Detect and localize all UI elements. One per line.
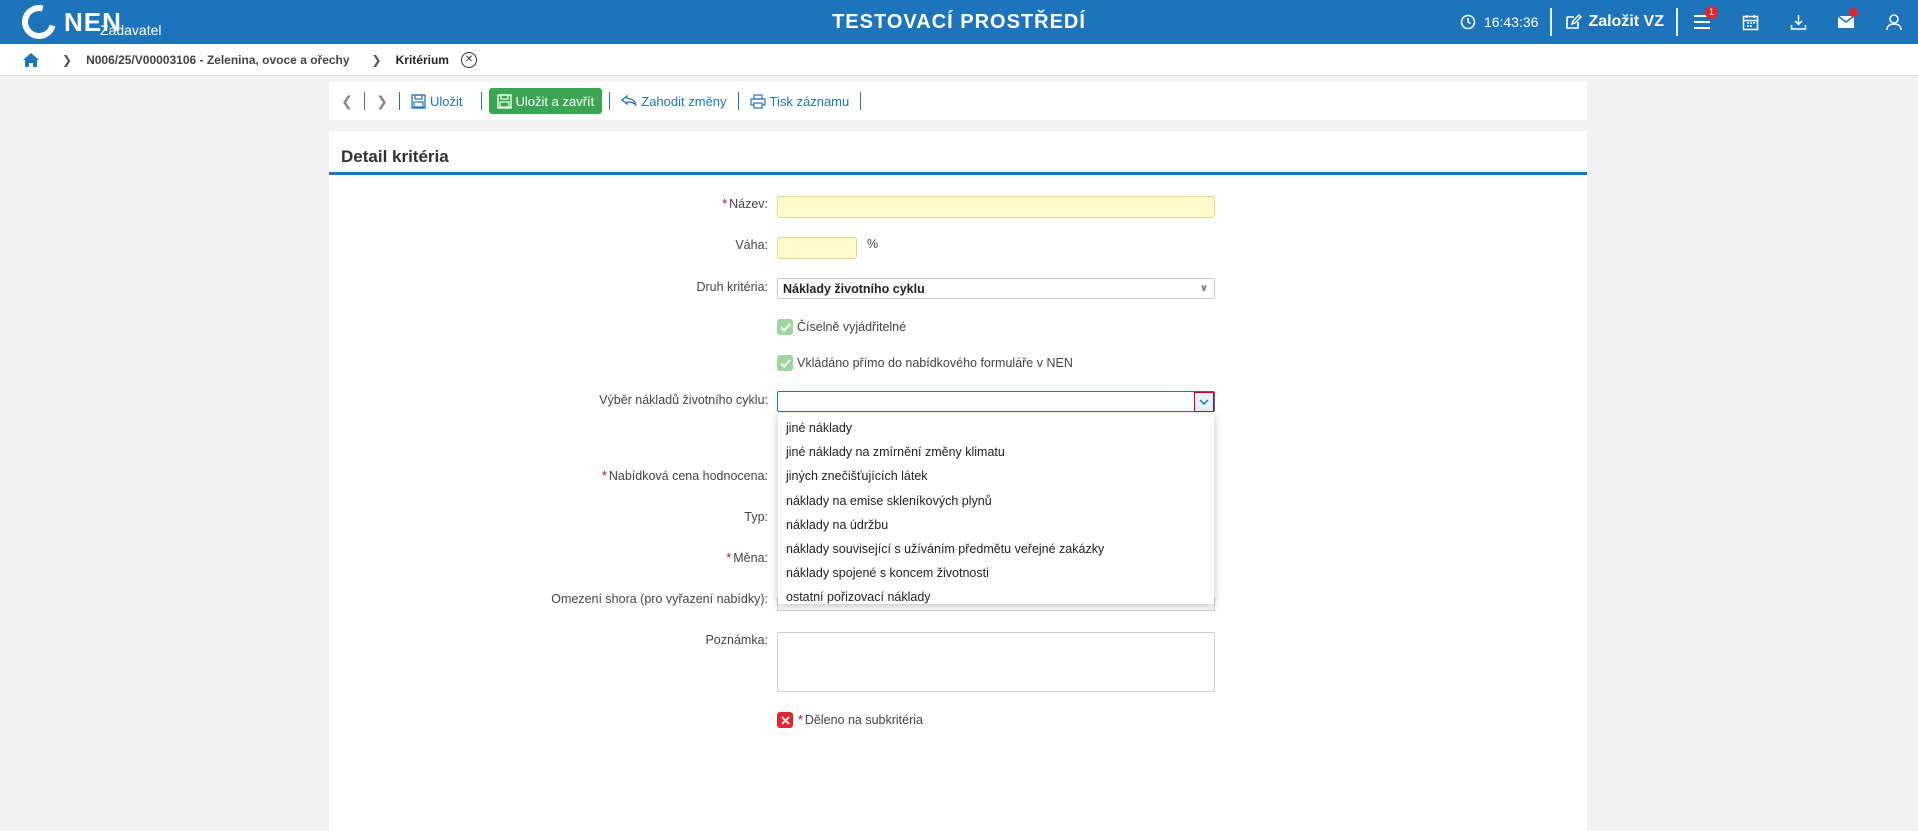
top-right-tools: 16:43:36 Založit VZ 1 [1448,0,1918,44]
printer-icon [749,93,766,109]
time-text: 16:43:36 [1483,14,1539,30]
dropdown-option[interactable]: náklady související s užíváním předmětu … [778,537,1214,561]
toolbar: ❮ ❯ Uložit Uložit a zavřít Zahodit změny… [329,82,1587,120]
floppy-icon [411,93,426,109]
subcriteria-checkbox-label: Děleno na subkritéria [804,713,923,727]
discard-changes-label: Zahodit změny [641,93,727,109]
divider [399,92,400,110]
required-marker: * [726,551,732,565]
dropdown-option[interactable]: ostatní pořizovací náklady [778,585,1214,609]
download-icon [1790,14,1806,30]
user-icon [1886,13,1902,30]
print-record-label: Tisk záznamu [769,93,850,109]
dropdown-option[interactable]: náklady na emise skleníkových plynů [778,489,1214,513]
download-button[interactable] [1774,0,1822,44]
required-marker: * [798,713,803,727]
calendar-icon [1742,14,1758,30]
price-evaluated-label: * Nabídková cena hodnocena: [601,469,768,483]
discard-changes-button[interactable]: Zahodit změny [617,88,730,114]
previous-record-button[interactable]: ❮ [339,93,355,110]
upper-limit-label: Omezení shora (pro vyřazení nabídky): [551,592,768,606]
clock-icon [1460,14,1476,30]
dropdown-option[interactable]: jiných znečišťujících látek [778,464,1214,488]
floppy-icon [496,93,512,109]
required-marker: * [601,469,607,483]
name-label: * Název: [722,197,768,211]
dropdown-toggle-button[interactable] [1194,392,1214,412]
breadcrumb-item-procurement[interactable]: N006/25/V00003106 - Zelenina, ovoce a oř… [86,53,349,67]
breadcrumb-current: Kritérium [395,52,449,67]
cross-icon [780,715,790,725]
numeric-checkbox-label: Číselně vyjádřitelné [797,320,907,334]
dropdown-option[interactable]: náklady spojené s koncem životnosti [778,561,1214,585]
currency-label: * Měna: [726,551,768,565]
divider [609,92,611,110]
direct-entry-checkbox-row[interactable]: Vkládáno přímo do nabídkového formuláře … [777,355,1073,371]
required-marker: * [722,197,728,211]
user-button[interactable] [1870,0,1918,44]
create-vz-button[interactable]: Založit VZ [1552,0,1676,44]
checkbox-checked[interactable] [777,319,793,335]
save-and-close-label: Uložit a zavřít [515,93,595,109]
messages-button[interactable] [1822,0,1870,44]
dropdown-option[interactable]: jiné náklady na zmírnění změny klimatu [778,440,1214,464]
checkbox-unchecked[interactable] [777,712,793,728]
criterion-type-label: Druh kritéria: [696,280,768,294]
divider [480,92,482,110]
unread-dot [1849,8,1858,17]
next-record-button[interactable]: ❯ [374,93,390,110]
breadcrumb: ❯ N006/25/V00003106 - Zelenina, ovoce a … [0,44,1918,76]
check-icon [779,322,791,332]
chevron-right-icon: ❯ [371,52,382,67]
notification-badge: 1 [1705,6,1718,19]
panel-title: Detail kritéria [341,147,449,166]
home-button[interactable] [22,51,40,69]
chevron-down-icon [1199,399,1209,405]
create-vz-label: Založit VZ [1588,13,1664,30]
note-label: Poznámka: [705,633,768,647]
top-bar: NEN Zadavatel TESTOVACÍ PROSTŘEDÍ 16:43:… [0,0,1918,46]
home-icon [23,52,39,67]
check-icon [779,358,791,368]
print-record-button[interactable]: Tisk záznamu [746,88,854,114]
weight-unit: % [867,237,879,251]
dropdown-option[interactable]: náklady na údržbu [778,513,1214,537]
session-timer: 16:43:36 [1448,0,1551,44]
criterion-type-value: Náklady životního cyklu [783,281,925,296]
logo-subtitle: Zadavatel [100,22,162,38]
save-button[interactable]: Uložit [407,88,467,114]
weight-input[interactable] [777,237,857,259]
save-label: Uložit [430,93,463,109]
name-input[interactable] [777,196,1215,218]
panel-title-underline [329,172,1587,175]
lifecycle-costs-combobox[interactable] [777,391,1215,412]
lifecycle-costs-label: Výběr nákladů životního cyklu: [599,393,768,407]
menu-button[interactable]: 1 [1678,0,1726,44]
discard-icon [621,94,637,106]
weight-label: Váha: [735,238,768,252]
note-textarea[interactable] [777,632,1215,692]
kind-label: Typ: [744,510,768,524]
close-icon[interactable]: ✕ [460,51,477,68]
numeric-checkbox-row[interactable]: Číselně vyjádřitelné [777,319,906,335]
criterion-type-select[interactable]: Náklady životního cyklu ∨ [777,278,1215,299]
mail-icon [1837,15,1855,28]
divider [860,92,862,110]
divider [737,92,739,110]
save-and-close-button[interactable]: Uložit a zavřít [488,88,603,114]
subcriteria-checkbox-row[interactable]: * Děleno na subkritéria [777,712,923,728]
edit-icon [1566,13,1583,29]
divider [364,92,365,110]
checkbox-checked[interactable] [777,355,793,371]
dropdown-option[interactable]: jiné náklady [778,416,1214,440]
chevron-down-icon: ∨ [1199,283,1208,294]
direct-entry-checkbox-label: Vkládáno přímo do nabídkového formuláře … [797,356,1073,370]
chevron-right-icon: ❯ [62,52,73,67]
logo-ring-icon [15,0,63,46]
lifecycle-costs-dropdown: jiné náklady jiné náklady na zmírnění zm… [778,413,1214,604]
calendar-button[interactable] [1726,0,1774,44]
